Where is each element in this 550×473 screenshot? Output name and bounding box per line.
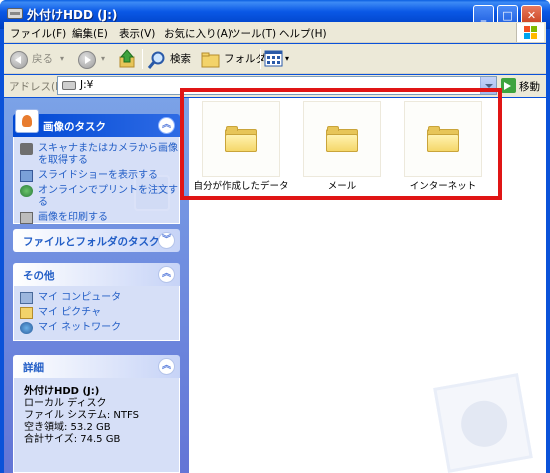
- forward-button[interactable]: ▾: [78, 48, 114, 70]
- forward-arrow-icon: [78, 51, 96, 69]
- details-total-size: 合計サイズ: 74.5 GB: [24, 434, 121, 445]
- other-places-panel: その他 ︽ マイ コンピュータ マイ ピクチャ マイ ネットワーク: [13, 263, 180, 341]
- back-arrow-icon: [10, 51, 28, 69]
- menu-help[interactable]: ヘルプ(H): [279, 26, 327, 41]
- views-button[interactable]: ▾: [264, 48, 292, 70]
- collapse-icon[interactable]: ︽: [158, 117, 175, 134]
- windows-logo-icon: [516, 23, 544, 42]
- content-area: 画像のタスク ︽ スキャナまたはカメラから画像を取得する スライドショーを表示す…: [4, 88, 546, 473]
- drive-icon: [7, 8, 23, 19]
- link-my-network[interactable]: マイ ネットワーク: [14, 322, 179, 334]
- details-filesystem: ファイル システム: NTFS: [24, 410, 139, 421]
- menu-view[interactable]: 表示(V): [119, 26, 155, 41]
- link-my-pictures[interactable]: マイ ピクチャ: [14, 307, 179, 319]
- folder-icon: [201, 52, 220, 68]
- drive-icon: [62, 81, 76, 90]
- task-scan[interactable]: スキャナまたはカメラから画像を取得する: [14, 143, 179, 167]
- go-arrow-icon: [501, 78, 516, 93]
- file-folder-tasks-panel: ファイルとフォルダのタスク ︾: [13, 229, 180, 252]
- menu-tools[interactable]: ツール(T): [230, 26, 276, 41]
- slideshow-icon: [20, 170, 33, 182]
- details-drive-type: ローカル ディスク: [24, 398, 107, 409]
- go-button[interactable]: 移動: [501, 77, 545, 95]
- image-tasks-header[interactable]: 画像のタスク ︽: [13, 109, 180, 137]
- image-tasks-panel: 画像のタスク ︽ スキャナまたはカメラから画像を取得する スライドショーを表示す…: [13, 109, 180, 224]
- back-button[interactable]: 戻る ▾: [10, 48, 70, 70]
- search-icon: [147, 51, 165, 69]
- my-pictures-icon: [20, 307, 33, 319]
- highlight-box: [180, 88, 502, 200]
- details-free-space: 空き領域: 53.2 GB: [24, 422, 111, 433]
- my-network-icon: [20, 322, 33, 334]
- address-value: J:¥: [80, 79, 94, 91]
- globe-icon: [20, 185, 33, 197]
- task-slideshow[interactable]: スライドショーを表示する: [14, 170, 179, 182]
- camera-icon: [20, 143, 33, 155]
- up-folder-button[interactable]: [118, 48, 138, 70]
- my-computer-icon: [20, 292, 33, 304]
- details-drive-name: 外付けHDD (J:): [24, 386, 100, 397]
- task-print[interactable]: 画像を印刷する: [14, 212, 179, 224]
- folders-button[interactable]: フォルダ: [201, 48, 266, 70]
- task-pane: 画像のタスク ︽ スキャナまたはカメラから画像を取得する スライドショーを表示す…: [4, 98, 189, 473]
- window-title: 外付けHDD (J:): [27, 8, 118, 22]
- menu-favorites[interactable]: お気に入り(A): [164, 26, 232, 41]
- search-button[interactable]: 検索: [147, 48, 199, 70]
- toolbar: 戻る ▾ ▾ 検索 フォルダ ▾: [4, 44, 546, 74]
- explorer-window: 外付けHDD (J:) _ □ ✕ ファイル(F) 編集(E) 表示(V) お気…: [0, 0, 550, 473]
- views-icon: [264, 50, 283, 67]
- task-order-prints[interactable]: オンラインでプリントを注文する: [14, 185, 179, 209]
- menu-bar: ファイル(F) 編集(E) 表示(V) お気に入り(A) ツール(T) ヘルプ(…: [4, 22, 546, 43]
- menu-edit[interactable]: 編集(E): [72, 26, 108, 41]
- details-panel: 詳細 ︽ 外付けHDD (J:) ローカル ディスク ファイル システム: NT…: [13, 355, 180, 473]
- expand-icon[interactable]: ︾: [158, 232, 175, 249]
- link-my-computer[interactable]: マイ コンピュータ: [14, 292, 179, 304]
- collapse-icon[interactable]: ︽: [158, 358, 175, 375]
- collapse-icon[interactable]: ︽: [158, 266, 175, 283]
- printer-icon: [20, 212, 33, 224]
- file-folder-tasks-header[interactable]: ファイルとフォルダのタスク ︾: [13, 229, 180, 252]
- other-places-header[interactable]: その他 ︽: [13, 263, 180, 286]
- details-header[interactable]: 詳細 ︽: [13, 355, 180, 378]
- picture-tasks-icon: [15, 109, 39, 133]
- menu-file[interactable]: ファイル(F): [10, 26, 66, 41]
- up-folder-icon: [119, 49, 135, 68]
- picture-watermark-icon: [433, 373, 533, 473]
